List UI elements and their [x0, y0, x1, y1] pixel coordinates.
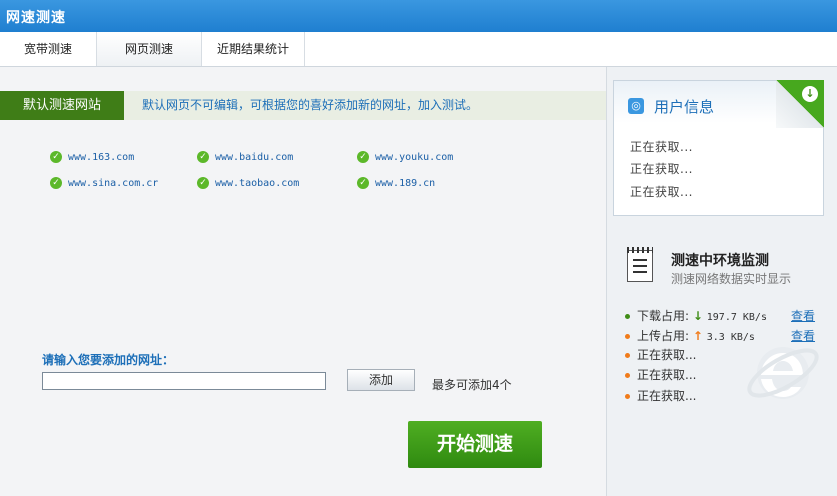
download-corner[interactable]: ↓ — [776, 80, 824, 128]
site-item: ✓ www.taobao.com — [197, 177, 299, 191]
pending-text: 正在获取... — [637, 389, 697, 403]
tab-recent-stats[interactable]: 近期结果统计 — [202, 32, 305, 66]
download-arrow-icon: ↓ — [802, 86, 818, 102]
ie-logo-icon — [747, 347, 819, 399]
pending-text: 正在获取... — [637, 348, 697, 362]
check-icon: ✓ — [50, 177, 62, 189]
site-item: ✓ www.189.cn — [357, 177, 435, 191]
user-info-title: 用户信息 — [654, 98, 715, 116]
notepad-line — [633, 265, 647, 267]
monitor-title: 测速中环境监测 — [671, 253, 769, 269]
start-test-button[interactable]: 开始测速 — [408, 421, 542, 468]
site-url: www.189.cn — [375, 178, 436, 189]
tab-webpage-speed[interactable]: 网页测速 — [97, 32, 202, 66]
tab-bar: 宽带测速 网页测速 近期结果统计 — [0, 32, 837, 67]
status-dot — [625, 314, 630, 319]
add-url-label: 请输入您要添加的网址： — [42, 353, 175, 367]
site-item: ✓ www.baidu.com — [197, 151, 293, 165]
site-item: ✓ www.youku.com — [357, 151, 453, 165]
user-info-line: 正在获取... — [630, 162, 693, 176]
status-dot — [625, 334, 630, 339]
tab-broadband-speed[interactable]: 宽带测速 — [0, 32, 97, 66]
check-icon: ✓ — [197, 177, 209, 189]
user-info-line: 正在获取... — [630, 185, 693, 199]
pending-text: 正在获取... — [637, 368, 697, 382]
download-value: 197.7 KB/s — [706, 312, 767, 323]
site-url: www.baidu.com — [215, 152, 294, 163]
check-icon: ✓ — [50, 151, 62, 163]
check-icon: ✓ — [197, 151, 209, 163]
site-url: www.sina.com.cr — [68, 178, 159, 189]
upload-usage-row: 上传占用: ↑ 3.3 KB/s — [625, 328, 755, 344]
title-bar: 网速测速 — [0, 0, 837, 32]
add-url-input[interactable] — [42, 372, 326, 390]
site-url: www.163.com — [68, 152, 135, 163]
check-icon: ✓ — [357, 151, 369, 163]
site-item: ✓ www.sina.com.cr — [50, 177, 158, 191]
check-icon: ✓ — [357, 177, 369, 189]
up-arrow-icon: ↑ — [692, 329, 703, 343]
pending-row: 正在获取... — [625, 367, 696, 383]
monitor-subtitle: 测速网络数据实时显示 — [671, 272, 792, 286]
user-info-icon: ◎ — [628, 98, 644, 114]
download-label: 下载占用: — [637, 309, 690, 323]
notepad-rings — [627, 247, 653, 253]
pending-row: 正在获取... — [625, 388, 696, 404]
window-title: 网速测速 — [6, 10, 66, 26]
pending-row: 正在获取... — [625, 347, 696, 363]
user-info-line: 正在获取... — [630, 140, 693, 154]
site-url: www.taobao.com — [215, 178, 300, 189]
notepad-icon — [627, 247, 653, 282]
upload-value: 3.3 KB/s — [706, 332, 755, 343]
download-usage-row: 下载占用: ↓ 197.7 KB/s — [625, 308, 767, 324]
download-view-link[interactable]: 查看 — [791, 308, 815, 324]
down-arrow-icon: ↓ — [692, 309, 703, 323]
site-item: ✓ www.163.com — [50, 151, 134, 165]
default-sites-label: 默认测速网站 — [0, 91, 124, 120]
status-dot — [625, 353, 630, 358]
add-button[interactable]: 添加 — [347, 369, 415, 391]
upload-label: 上传占用: — [637, 329, 690, 343]
status-dot — [625, 394, 630, 399]
default-sites-bar: 默认测速网站 默认网页不可编辑，可根据您的喜好添加新的网址，加入测试。 — [0, 91, 606, 120]
user-info-card: ◎ 用户信息 ↓ 正在获取... 正在获取... 正在获取... — [613, 80, 824, 216]
upload-view-link[interactable]: 查看 — [791, 328, 815, 344]
side-panel: ◎ 用户信息 ↓ 正在获取... 正在获取... 正在获取... 测速中环境监测… — [606, 67, 837, 496]
main-panel: 默认测速网站 默认网页不可编辑，可根据您的喜好添加新的网址，加入测试。 ✓ www… — [0, 67, 606, 496]
status-dot — [625, 373, 630, 378]
add-limit-hint: 最多可添加4个 — [432, 378, 512, 392]
site-url: www.youku.com — [375, 152, 454, 163]
notepad-line — [633, 271, 647, 273]
notepad-line — [633, 259, 647, 261]
default-sites-hint: 默认网页不可编辑，可根据您的喜好添加新的网址，加入测试。 — [142, 98, 479, 112]
